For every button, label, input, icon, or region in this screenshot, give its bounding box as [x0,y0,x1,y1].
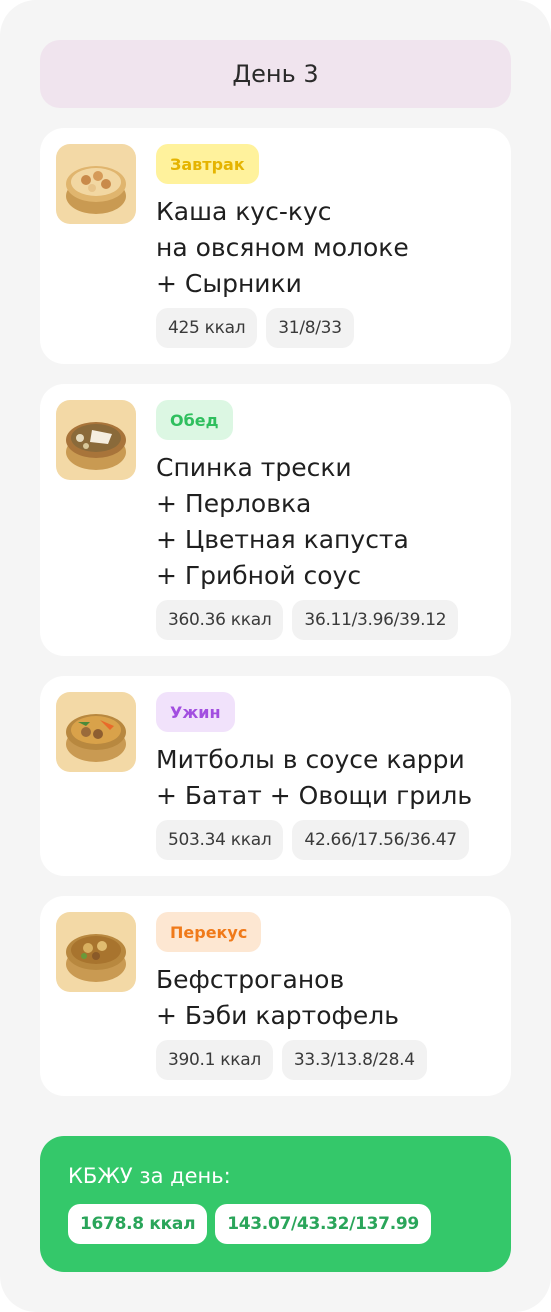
summary-title: КБЖУ за день: [68,1164,231,1188]
meal-name-line: на овсяном молоке [156,233,409,262]
day-title: День 3 [40,40,511,108]
meal-name: Каша кус-кус на овсяном молоке + Сырники [156,194,506,302]
cod-bowl-icon [56,400,136,480]
meal-card-breakfast[interactable]: Завтрак Каша кус-кус на овсяном молоке +… [40,128,511,364]
meal-card-dinner[interactable]: Ужин Митболы в соусе карри + Батат + Ово… [40,676,511,876]
macros-chip: 36.11/3.96/39.12 [292,600,459,640]
meal-type-badge: Обед [156,400,233,440]
meal-name-line: Митболы в соусе карри [156,745,465,774]
meal-type-badge: Перекус [156,912,262,952]
meal-card-lunch[interactable]: Обед Спинка трески + Перловка + Цветная … [40,384,511,656]
meal-name-line: + Грибной соус [156,561,362,590]
couscous-bowl-icon [56,144,136,224]
nutrition-chips: 425 ккал 31/8/33 [156,308,354,348]
meal-name-line: Бефстроганов [156,965,345,994]
macros-chip: 42.66/17.56/36.47 [292,820,469,860]
calories-chip: 503.34 ккал [156,820,284,860]
stroganoff-bowl-icon [56,912,136,992]
meal-name-line: + Батат + Овощи гриль [156,781,473,810]
total-macros-chip: 143.07/43.32/137.99 [215,1204,431,1244]
meal-type-badge: Ужин [156,692,235,732]
meal-type-badge: Завтрак [156,144,259,184]
meal-name-line: + Цветная капуста [156,525,409,554]
meal-name-line: + Сырники [156,269,302,298]
day-menu-panel: День 3 Завтрак Каша кус-кус на овсяном м… [0,0,551,1312]
nutrition-chips: 503.34 ккал 42.66/17.56/36.47 [156,820,469,860]
macros-chip: 31/8/33 [266,308,354,348]
calories-chip: 425 ккал [156,308,258,348]
meal-name: Бефстроганов + Бэби картофель [156,962,506,1034]
meal-name-line: + Перловка [156,489,312,518]
meal-card-snack[interactable]: Перекус Бефстроганов + Бэби картофель 39… [40,896,511,1096]
meatballs-bowl-icon [56,692,136,772]
meal-name-line: + Бэби картофель [156,1001,399,1030]
summary-chips: 1678.8 ккал 143.07/43.32/137.99 [68,1204,431,1244]
daily-summary: КБЖУ за день: 1678.8 ккал 143.07/43.32/1… [40,1136,511,1272]
calories-chip: 390.1 ккал [156,1040,273,1080]
total-calories-chip: 1678.8 ккал [68,1204,208,1244]
meal-name: Спинка трески + Перловка + Цветная капус… [156,450,506,594]
nutrition-chips: 390.1 ккал 33.3/13.8/28.4 [156,1040,427,1080]
calories-chip: 360.36 ккал [156,600,284,640]
meal-name-line: Спинка трески [156,453,352,482]
meal-name-line: Каша кус-кус [156,197,332,226]
macros-chip: 33.3/13.8/28.4 [281,1040,427,1080]
nutrition-chips: 360.36 ккал 36.11/3.96/39.12 [156,600,459,640]
meal-name: Митболы в соусе карри + Батат + Овощи гр… [156,742,506,814]
